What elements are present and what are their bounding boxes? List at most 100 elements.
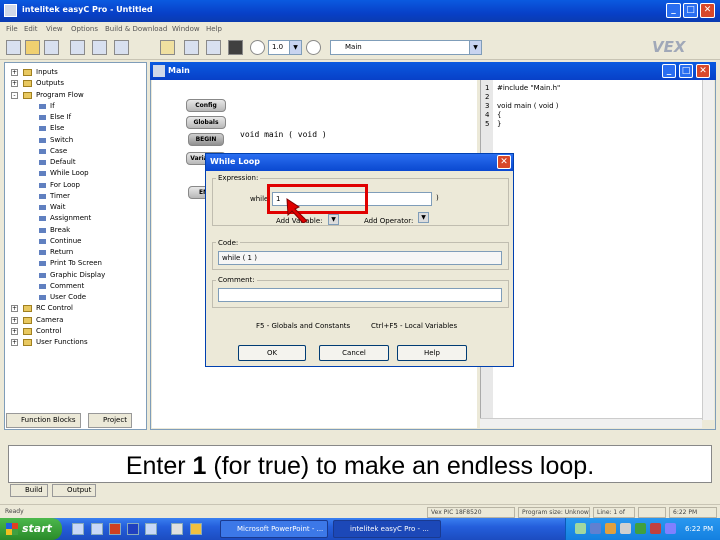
expand-icon[interactable]: + xyxy=(11,80,18,88)
tree-item[interactable]: + Control xyxy=(5,326,146,337)
tree-item[interactable]: Continue xyxy=(5,236,146,247)
tree-item[interactable]: Comment xyxy=(5,281,146,292)
controller-icon[interactable] xyxy=(228,40,243,55)
menu-file[interactable]: File xyxy=(6,25,18,33)
expand-icon[interactable]: + xyxy=(11,339,18,346)
open-folder-icon[interactable] xyxy=(25,40,40,55)
menu-edit[interactable]: Edit xyxy=(24,25,38,33)
build-icon[interactable] xyxy=(160,40,175,55)
tray-volume-icon[interactable] xyxy=(620,523,631,534)
tree-item[interactable]: Break xyxy=(5,225,146,236)
tree-item[interactable]: For Loop xyxy=(5,180,146,191)
tab-output[interactable]: Output xyxy=(52,484,97,497)
close-button[interactable]: ✕ xyxy=(700,3,715,18)
expand-icon[interactable]: + xyxy=(11,316,18,324)
tree-item[interactable]: User Code xyxy=(5,292,146,303)
function-select[interactable]: Main ▼ xyxy=(330,40,482,55)
tree-item[interactable]: + Inputs xyxy=(5,67,146,78)
window-titlebar[interactable]: intelitek easyC Pro - Untitled _ □ ✕ xyxy=(0,0,720,22)
tray-security-icon[interactable] xyxy=(605,523,616,534)
tray-network-icon[interactable] xyxy=(575,523,586,534)
tree-item-label: Case xyxy=(50,146,68,155)
quicklaunch-app-icon[interactable] xyxy=(145,523,157,535)
quicklaunch-folder-icon[interactable] xyxy=(190,523,202,535)
maximize-button[interactable]: □ xyxy=(683,3,698,18)
globals-block[interactable]: Globals xyxy=(186,116,226,129)
menu-window[interactable]: Window xyxy=(172,25,200,33)
child-close-button[interactable]: ✕ xyxy=(696,64,710,78)
quicklaunch-tool-icon[interactable] xyxy=(171,523,183,535)
comment-input[interactable] xyxy=(218,288,502,302)
config-icon[interactable] xyxy=(114,40,129,55)
tree-item[interactable]: If xyxy=(5,101,146,112)
tray-bluetooth-icon[interactable] xyxy=(665,523,676,534)
dialog-close-button[interactable]: ✕ xyxy=(497,155,511,169)
dialog-titlebar[interactable]: While Loop ✕ xyxy=(206,154,513,171)
terminal-icon[interactable] xyxy=(206,40,221,55)
code-horizontal-scrollbar[interactable] xyxy=(480,418,702,428)
minimize-button[interactable]: _ xyxy=(666,3,681,18)
tree-item[interactable]: Return xyxy=(5,247,146,258)
tree-item-label: While Loop xyxy=(50,169,89,178)
tree-item[interactable]: Graphic Display xyxy=(5,270,146,281)
help-button[interactable]: Help xyxy=(397,345,467,361)
zoom-in-icon[interactable] xyxy=(250,40,265,55)
begin-block[interactable]: BEGIN xyxy=(188,133,224,146)
tray-alert-icon[interactable] xyxy=(650,523,661,534)
start-button[interactable]: start xyxy=(0,518,62,540)
tree-item[interactable]: - Program Flow xyxy=(5,90,146,101)
tab-function-blocks[interactable]: Function Blocks xyxy=(6,413,81,428)
tree-item[interactable]: Else If xyxy=(5,112,146,123)
tree-item[interactable]: Switch xyxy=(5,135,146,146)
tab-project[interactable]: Project xyxy=(88,413,132,428)
menu-options[interactable]: Options xyxy=(71,25,98,33)
menu-help[interactable]: Help xyxy=(206,25,222,33)
tree-item-label: Continue xyxy=(50,236,82,245)
grid-icon[interactable] xyxy=(70,40,85,55)
quicklaunch-powerpoint-icon[interactable] xyxy=(109,523,121,535)
add-variable-dropdown[interactable]: ▼ xyxy=(328,214,339,225)
expand-icon[interactable]: + xyxy=(11,69,18,76)
tree-item[interactable]: While Loop xyxy=(5,168,146,179)
task-powerpoint[interactable]: Microsoft PowerPoint - ... xyxy=(220,520,328,538)
tree-item[interactable]: Timer xyxy=(5,191,146,202)
zoom-out-icon[interactable] xyxy=(306,40,321,55)
menu-view[interactable]: View xyxy=(46,25,63,33)
tree-item-label: Else If xyxy=(50,113,72,121)
child-titlebar[interactable]: Main _ □ ✕ xyxy=(150,62,716,80)
tree-item[interactable]: Wait xyxy=(5,202,146,213)
code-view[interactable]: 1 #include "Main.h" 2 3 void main ( void ) 4{… xyxy=(480,80,714,420)
tree-item[interactable]: + Outputs xyxy=(5,78,146,89)
task-easyc[interactable]: intelitek easyC Pro - ... xyxy=(333,520,441,538)
quicklaunch-desktop-icon[interactable] xyxy=(91,523,103,535)
tree-item[interactable]: Default xyxy=(5,157,146,168)
zoom-select[interactable]: 1.0 ▼ xyxy=(268,40,302,55)
expand-icon[interactable]: + xyxy=(11,327,18,335)
tree-item[interactable]: + Camera xyxy=(5,315,146,326)
save-icon[interactable] xyxy=(44,40,59,55)
cancel-button[interactable]: Cancel xyxy=(319,345,389,361)
code-vertical-scrollbar[interactable] xyxy=(702,80,714,420)
tree-item[interactable]: Print To Screen xyxy=(5,258,146,269)
new-file-icon[interactable] xyxy=(6,40,21,55)
quicklaunch-ie-icon[interactable] xyxy=(72,523,84,535)
tree-item[interactable]: Else xyxy=(5,123,146,134)
config-block[interactable]: Config xyxy=(186,99,226,112)
download-icon[interactable] xyxy=(184,40,199,55)
quicklaunch-word-icon[interactable] xyxy=(127,523,139,535)
tray-app-icon[interactable] xyxy=(590,523,601,534)
tab-build[interactable]: Build xyxy=(10,484,48,497)
tree-item[interactable]: Assignment xyxy=(5,213,146,224)
menu-build-download[interactable]: Build & Download xyxy=(105,25,167,33)
add-operator-dropdown[interactable]: ▼ xyxy=(418,212,429,223)
ok-button[interactable]: OK xyxy=(238,345,306,361)
child-maximize-button[interactable]: □ xyxy=(679,64,693,78)
tree-item[interactable]: + RC Control xyxy=(5,303,146,314)
tray-status-icon[interactable] xyxy=(635,523,646,534)
collapse-icon[interactable]: - xyxy=(11,91,18,99)
tree-item[interactable]: + User Functions xyxy=(5,337,146,348)
expand-icon[interactable]: + xyxy=(11,305,18,313)
tree-item[interactable]: Case xyxy=(5,146,146,157)
child-minimize-button[interactable]: _ xyxy=(662,64,676,78)
properties-icon[interactable] xyxy=(92,40,107,55)
